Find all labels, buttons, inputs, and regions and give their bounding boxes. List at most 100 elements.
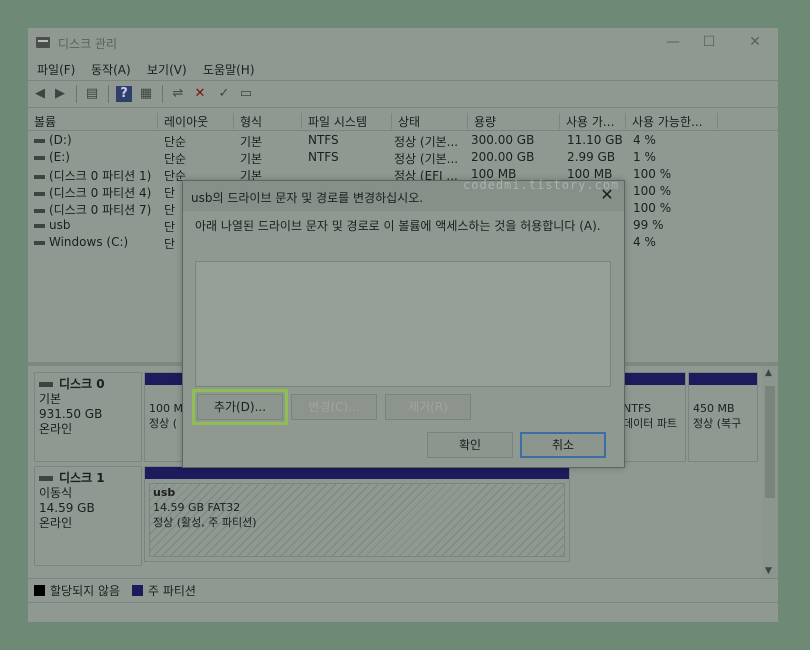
volume-name: (E:) xyxy=(49,150,70,164)
disk-1-label[interactable]: 디스크 1 이동식 14.59 GB 온라인 xyxy=(34,466,142,566)
volume-percent-free: 4 % xyxy=(633,235,656,249)
disk-list-icon[interactable]: ▤ xyxy=(84,86,100,102)
menu-help[interactable]: 도움말(H) xyxy=(203,61,255,78)
partition-bar xyxy=(145,373,187,385)
volume-row[interactable]: (E:) 단순 기본 NTFS 정상 (기본... 200.00 GB 2.99… xyxy=(28,149,778,166)
partition-bar xyxy=(145,467,569,479)
scroll-down-icon[interactable]: ▼ xyxy=(765,566,772,576)
partition-block[interactable]: 450 MB 정상 (복구 xyxy=(688,372,758,462)
minimize-button[interactable]: — xyxy=(662,32,684,52)
disk-type: 이동식 xyxy=(39,486,73,500)
disk-status: 온라인 xyxy=(39,516,73,530)
drive-path-list[interactable] xyxy=(195,261,611,387)
column-header-capacity[interactable]: 용량 xyxy=(468,113,560,129)
disk-name: 디스크 1 xyxy=(59,471,105,485)
menu-view[interactable]: 보기(V) xyxy=(147,61,187,78)
volume-layout: 단 xyxy=(164,237,176,251)
column-header-layout[interactable]: 레이아웃 xyxy=(158,113,234,129)
toolbar-separator xyxy=(108,85,109,103)
volume-name: (디스크 0 파티션 1) xyxy=(49,169,152,183)
volume-icon xyxy=(34,223,45,228)
help-icon[interactable]: ? xyxy=(116,86,132,102)
usb-partition-block[interactable]: usb 14.59 GB FAT32 정상 (활성, 주 파티션) xyxy=(144,466,570,562)
volume-name: (디스크 0 파티션 4) xyxy=(49,186,152,200)
volume-percent-free: 99 % xyxy=(633,218,664,232)
close-button[interactable]: ✕ xyxy=(744,32,766,52)
partition-size: 450 MB xyxy=(693,402,735,415)
volume-layout: 단순 xyxy=(164,152,187,166)
volume-percent-free: 100 % xyxy=(633,184,672,198)
volume-icon xyxy=(34,191,45,196)
volume-name: (디스크 0 파티션 7) xyxy=(49,203,152,217)
volume-free: 11.10 GB xyxy=(567,133,623,147)
volume-name: Windows (C:) xyxy=(49,235,129,249)
window-title: 디스크 관리 xyxy=(58,37,118,51)
remove-button[interactable]: 제거(R) xyxy=(385,394,471,420)
partition-filesystem: NTFS xyxy=(623,402,652,415)
disk-status: 온라인 xyxy=(39,422,73,436)
column-header-percent-free[interactable]: 사용 가능한... xyxy=(626,113,718,129)
legend-primary-label: 주 파티션 xyxy=(148,584,196,598)
dialog-title: usb의 드라이브 문자 및 경로를 변경하십시오. xyxy=(191,191,424,205)
cancel-button[interactable]: 취소 xyxy=(520,432,606,458)
column-header-free[interactable]: 사용 가... xyxy=(560,113,626,129)
watermark-text: codedmi.tistory.com xyxy=(463,178,620,192)
volume-layout: 단 xyxy=(164,220,176,234)
ok-button[interactable]: 확인 xyxy=(427,432,513,458)
title-bar: 디스크 관리 — ☐ ✕ xyxy=(28,28,778,58)
partition-label: usb xyxy=(153,486,176,499)
dialog-title-bar: codedmi.tistory.com usb의 드라이브 문자 및 경로를 변… xyxy=(183,178,624,211)
disk-icon xyxy=(39,382,53,387)
check-icon[interactable]: ✓ xyxy=(216,86,232,102)
menu-action[interactable]: 동작(A) xyxy=(91,61,131,78)
unallocated-swatch xyxy=(34,585,45,596)
delete-icon[interactable]: ✕ xyxy=(192,86,208,102)
column-header-volume[interactable]: 볼륨 xyxy=(28,113,158,129)
volume-icon xyxy=(34,138,45,143)
disk-icon xyxy=(39,476,53,481)
info-icon[interactable]: ▭ xyxy=(238,86,254,102)
back-arrow-icon[interactable]: ◀ xyxy=(32,86,48,102)
volume-layout: 단 xyxy=(164,203,176,217)
menu-file[interactable]: 파일(F) xyxy=(37,61,75,78)
partition-status: 정상 (활성, 주 파티션) xyxy=(153,516,257,529)
volume-capacity: 200.00 GB xyxy=(471,150,535,164)
properties-icon[interactable]: ▦ xyxy=(138,86,154,102)
toolbar-separator xyxy=(76,85,77,103)
column-header-type[interactable]: 형식 xyxy=(234,113,302,129)
dialog-close-icon[interactable]: ✕ xyxy=(598,186,616,204)
volume-percent-free: 4 % xyxy=(633,133,656,147)
scroll-thumb[interactable] xyxy=(765,386,775,498)
connect-icon[interactable]: ⇌ xyxy=(170,86,186,102)
volume-filesystem: NTFS xyxy=(308,150,339,164)
change-drive-letter-dialog: codedmi.tistory.com usb의 드라이브 문자 및 경로를 변… xyxy=(182,178,625,468)
partition-size: 100 M xyxy=(149,402,183,415)
add-button[interactable]: 추가(D)... xyxy=(192,389,288,425)
legend-unallocated-label: 할당되지 않음 xyxy=(50,584,121,598)
primary-partition-swatch xyxy=(132,585,143,596)
column-header-filesystem[interactable]: 파일 시스템 xyxy=(302,113,392,129)
change-button[interactable]: 변경(C)... xyxy=(291,394,377,420)
disk-size: 931.50 GB xyxy=(39,407,103,421)
column-header-status[interactable]: 상태 xyxy=(392,113,468,129)
forward-arrow-icon[interactable]: ▶ xyxy=(52,86,68,102)
volume-type: 기본 xyxy=(240,152,263,166)
volume-icon xyxy=(34,155,45,160)
disk-view-scrollbar[interactable]: ▲ ▼ xyxy=(762,366,778,578)
partition-status: 데이터 파트 xyxy=(623,417,678,430)
menu-bar: 파일(F) 동작(A) 보기(V) 도움말(H) xyxy=(28,58,778,80)
legend-bar: 할당되지 않음 주 파티션 xyxy=(28,578,778,601)
volume-percent-free: 1 % xyxy=(633,150,656,164)
volume-icon xyxy=(34,240,45,245)
partition-block[interactable]: NTFS 데이터 파트 xyxy=(618,372,686,462)
disk-0-label[interactable]: 디스크 0 기본 931.50 GB 온라인 xyxy=(34,372,142,462)
scroll-up-icon[interactable]: ▲ xyxy=(765,368,772,378)
volume-icon xyxy=(34,174,45,179)
maximize-button[interactable]: ☐ xyxy=(698,32,720,52)
volume-percent-free: 100 % xyxy=(633,167,672,181)
toolbar-separator xyxy=(162,85,163,103)
partition-bar xyxy=(689,373,757,385)
disk-size: 14.59 GB xyxy=(39,501,95,515)
volume-row[interactable]: (D:) 단순 기본 NTFS 정상 (기본... 300.00 GB 11.1… xyxy=(28,132,778,149)
volume-layout: 단순 xyxy=(164,135,187,149)
